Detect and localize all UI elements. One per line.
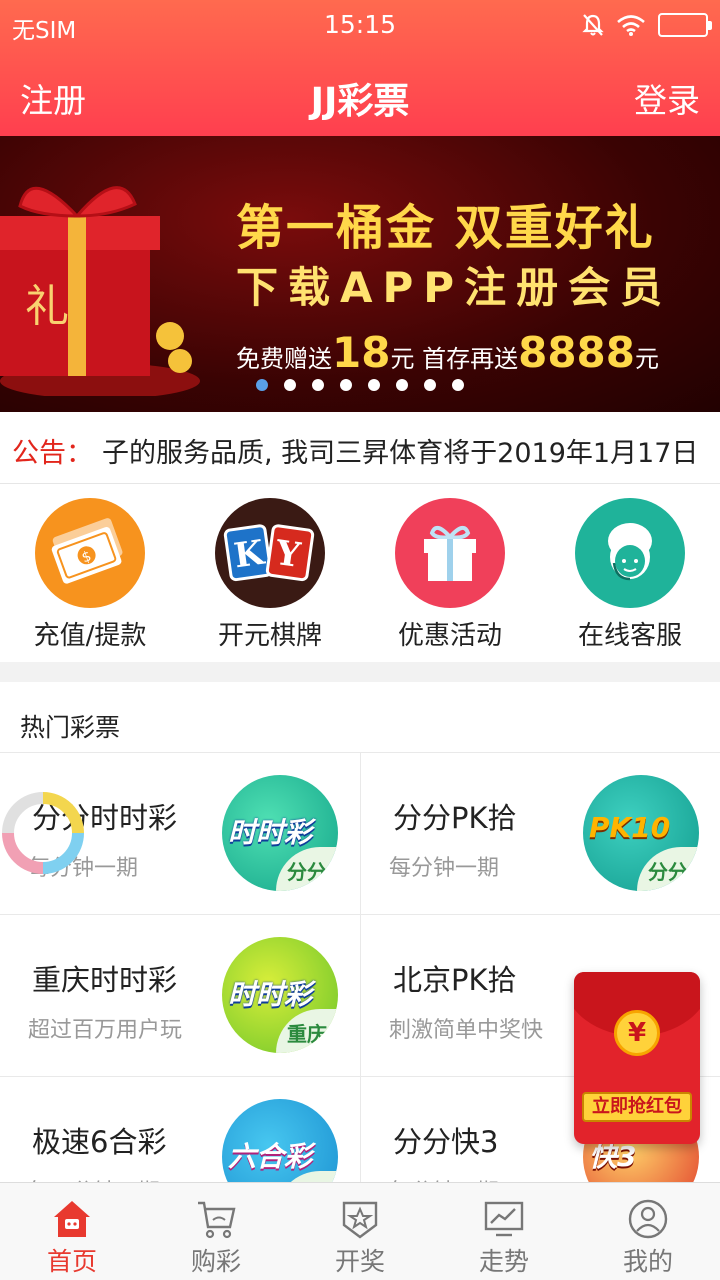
quick-entry-circle <box>575 498 685 608</box>
grab-red-packet-label: 立即抢红包 <box>582 1092 692 1122</box>
offer-unit-2: 元 <box>635 345 659 373</box>
carousel-dot[interactable] <box>284 379 296 391</box>
lottery-name: 极速6合彩 <box>32 1125 167 1159</box>
logo-text: PK10 <box>589 811 671 844</box>
lottery-name: 重庆时时彩 <box>32 963 178 997</box>
lottery-item[interactable]: 分分PK拾 每分钟一期 PK10 分分 <box>360 752 720 914</box>
money-icon: $ <box>51 518 123 584</box>
entry-recharge[interactable]: $ 充值/提款 <box>0 484 180 662</box>
tab-label: 开奖 <box>334 1247 385 1276</box>
logo-tag: 分分 <box>637 847 699 891</box>
quick-entry-circle: $ <box>35 498 145 608</box>
quick-entry-circle <box>395 498 505 608</box>
notice-bar[interactable]: 公告： 子的服务品质, 我司三昇体育将于2019年1月17日 <box>0 412 720 484</box>
tab-profile[interactable]: 我的 <box>576 1183 720 1280</box>
lottery-desc: 每分钟一期 <box>389 856 500 881</box>
quick-entry-circle: K Y <box>215 498 325 608</box>
lottery-name: 北京PK拾 <box>393 963 517 997</box>
tab-trend[interactable]: 走势 <box>432 1183 576 1280</box>
tab-results[interactable]: 开奖 <box>288 1183 432 1280</box>
offer-unit-1: 元 首存再送 <box>390 345 519 373</box>
banner-headline: 第一桶金 双重好礼 <box>236 200 655 256</box>
quick-entry-label: 优惠活动 <box>397 621 502 651</box>
lottery-logo: 时时彩 分分 <box>222 775 338 891</box>
banner-offer: 免费赠送18元 首存再送8888元 <box>236 328 659 377</box>
service-icon <box>608 523 652 581</box>
carousel-dot[interactable] <box>396 379 408 391</box>
status-bar: 无SIM 15:15 <box>0 0 720 50</box>
promo-banner[interactable]: 礼 第一桶金 双重好礼 下载APP注册会员 免费赠送18元 首存再送8888元 <box>0 136 720 412</box>
logo-text: 六合彩 <box>228 1140 313 1173</box>
wifi-icon <box>617 15 645 36</box>
logo-text: 时时彩 <box>228 816 313 849</box>
logo-tag: 重庆 <box>276 1009 338 1053</box>
logo-tag: 分分 <box>276 847 338 891</box>
entry-ky-games[interactable]: K Y 开元棋牌 <box>180 484 360 662</box>
notice-text: 子的服务品质, 我司三昇体育将于2019年1月17日 <box>102 438 699 469</box>
gift-glyph: 礼 <box>25 281 69 332</box>
quick-entry-label: 开元棋牌 <box>217 621 322 651</box>
quick-entry-label: 充值/提款 <box>33 621 147 651</box>
carousel-dot[interactable] <box>424 379 436 391</box>
profile-icon <box>628 1199 668 1239</box>
trend-icon <box>484 1201 524 1237</box>
section-title: 热门彩票 <box>20 713 121 742</box>
top-bar: 无SIM 15:15 注册 JJ彩票 登录 <box>0 0 720 136</box>
banner-subline: 下载APP注册会员 <box>236 263 673 312</box>
mute-icon <box>582 14 604 36</box>
nav-header: 注册 JJ彩票 登录 <box>0 50 720 136</box>
tab-label: 走势 <box>478 1247 529 1276</box>
bottom-tab-bar: 首页 购彩 开奖 走势 我的 <box>0 1182 720 1280</box>
carousel-dot[interactable] <box>256 379 268 391</box>
lottery-desc: 超过百万用户玩 <box>28 1018 183 1043</box>
red-packet-button[interactable]: ¥ 立即抢红包 <box>574 972 700 1144</box>
notice-label: 公告： <box>12 431 101 470</box>
tab-buy[interactable]: 购彩 <box>144 1183 288 1280</box>
offer-prefix: 免费赠送 <box>236 345 332 373</box>
lottery-logo: 时时彩 重庆 <box>222 937 338 1053</box>
offer-amount-1: 18 <box>332 328 391 377</box>
tab-label: 购彩 <box>190 1247 241 1276</box>
lottery-logo: PK10 分分 <box>583 775 699 891</box>
carousel-dot[interactable] <box>452 379 464 391</box>
entry-promotions[interactable]: 优惠活动 <box>360 484 540 662</box>
app-title: JJ彩票 <box>310 81 410 122</box>
lottery-item[interactable]: 重庆时时彩 超过百万用户玩 时时彩 重庆 <box>0 914 360 1076</box>
status-icons <box>582 12 712 38</box>
entry-customer-service[interactable]: 在线客服 <box>540 484 720 662</box>
home-icon <box>54 1201 90 1237</box>
gift-box-illustration: 礼 <box>0 186 200 396</box>
carousel-dot[interactable] <box>368 379 380 391</box>
login-button[interactable]: 登录 <box>634 74 700 122</box>
logo-text: 时时彩 <box>228 978 313 1011</box>
lottery-name: 分分PK拾 <box>393 801 517 835</box>
ky-icon: K Y <box>223 524 315 582</box>
gift-icon <box>424 525 476 581</box>
quick-entry-label: 在线客服 <box>577 621 682 651</box>
quick-entries: $ 充值/提款 K Y 开元棋牌 优惠活动 在线客服 <box>0 484 720 662</box>
battery-icon <box>658 13 712 37</box>
tab-home[interactable]: 首页 <box>0 1183 144 1280</box>
lottery-name: 分分快3 <box>393 1125 499 1159</box>
award-icon <box>342 1201 378 1239</box>
coin-icon: ¥ <box>614 1010 660 1056</box>
cart-icon <box>198 1201 236 1239</box>
offer-amount-2: 8888 <box>518 328 635 377</box>
tab-label: 首页 <box>46 1247 97 1276</box>
carousel-dots <box>256 379 464 391</box>
tab-label: 我的 <box>622 1247 673 1276</box>
lottery-desc: 刺激简单中奖快 <box>389 1018 544 1043</box>
loading-spinner-icon <box>2 792 84 874</box>
carousel-dot[interactable] <box>340 379 352 391</box>
app-screen: 无SIM 15:15 注册 JJ彩票 登录 礼 第一桶金 双重好礼 下载APP注… <box>0 0 720 1280</box>
carousel-dot[interactable] <box>312 379 324 391</box>
